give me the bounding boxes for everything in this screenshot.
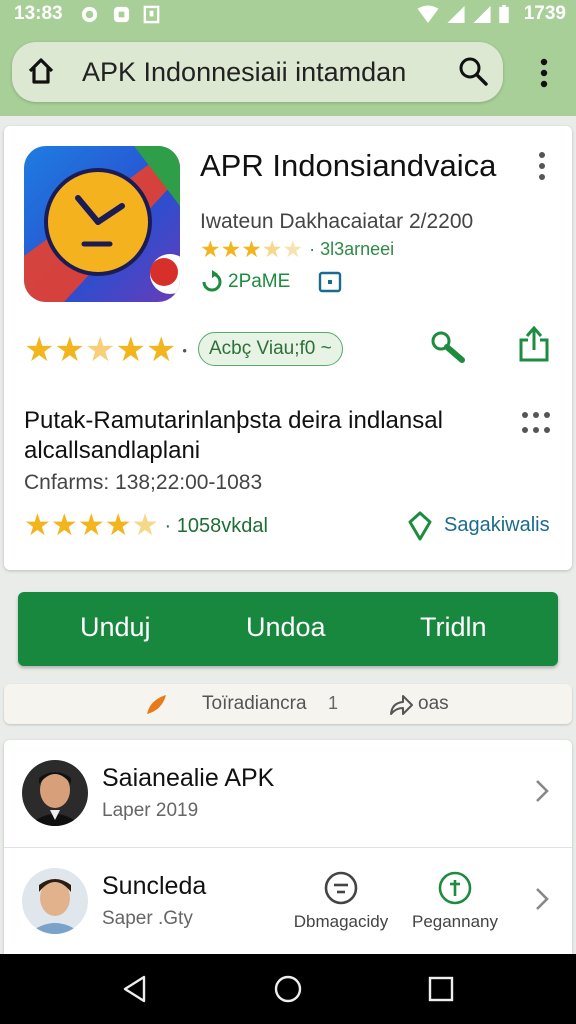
strip-label[interactable]: Toïradiancra <box>202 693 307 715</box>
search-bar[interactable]: APK Indonnesiaii intamdan <box>12 42 503 102</box>
more-vert-icon[interactable] <box>530 56 558 90</box>
star-icon: ★ <box>241 236 262 262</box>
refresh-icon <box>202 270 222 292</box>
signal-icon-2 <box>473 5 491 24</box>
trial-button[interactable]: Tridln <box>420 612 487 643</box>
star-empty-icon: ★ <box>282 236 304 262</box>
list-item[interactable]: Saianealie APK Laper 2019 <box>4 740 572 848</box>
wifi-icon <box>417 5 439 24</box>
search-icon[interactable] <box>458 56 488 86</box>
list-item-subtitle: Laper 2019 <box>102 800 199 821</box>
list-item-title: Suncleda <box>102 872 207 900</box>
list-action-2-label: Pegannany <box>411 912 499 931</box>
home-nav-icon[interactable] <box>273 974 303 1004</box>
list-action-1-label: Dbmagacidy <box>293 912 389 931</box>
download-button[interactable]: Unduj <box>80 612 151 643</box>
share-icon[interactable] <box>518 326 550 362</box>
status-time-right: 1739 <box>523 3 566 24</box>
tablet-icon <box>319 271 342 293</box>
star-icon: ★ <box>77 509 105 542</box>
system-nav-bar <box>0 954 576 1024</box>
star-icon: ★ <box>50 509 78 542</box>
rating-count-bottom: · 1058vkdal <box>164 514 268 537</box>
strip-count: 1 <box>328 693 339 713</box>
add-circle-icon <box>438 871 472 905</box>
action-bar: Unduj Undoa Tridln <box>18 592 558 666</box>
dot-separator: • <box>182 342 187 358</box>
back-icon[interactable] <box>120 974 150 1004</box>
sim-icon <box>143 5 160 24</box>
star-half-icon: ★ <box>84 331 116 369</box>
forward-icon[interactable] <box>388 692 414 718</box>
status-bar: 13:83 1739 <box>0 0 576 30</box>
related-list: Saianealie APK Laper 2019 Suncleda Saper… <box>4 740 572 954</box>
star-icon: ★ <box>200 236 221 262</box>
chevron-right-icon[interactable] <box>534 778 550 804</box>
rating-stars-bottom: ★ ★ ★ ★ ★ · 1058vkdal <box>24 508 268 544</box>
app-icon[interactable] <box>24 146 180 302</box>
search-input[interactable]: APK Indonnesiaii intamdan <box>82 57 406 88</box>
star-icon: ★ <box>24 509 51 542</box>
app-developer: Iwateun Dakhacaiatar 2/2200 <box>200 210 474 233</box>
status-time: 13:83 <box>14 3 63 24</box>
list-item-title: Saianealie APK <box>102 764 275 792</box>
app-card: APR Indonsiandvaica Iwateun Dakhacaiatar… <box>4 126 572 570</box>
app-description: Putak-Ramutarinlanþsta deira indlansal a… <box>24 407 443 464</box>
key-icon[interactable] <box>430 330 466 366</box>
chevron-right-icon[interactable] <box>534 886 550 912</box>
home-icon[interactable] <box>26 56 56 86</box>
signal-icon <box>447 5 465 24</box>
apps-grid-icon[interactable] <box>520 410 552 436</box>
star-icon: ★ <box>145 331 177 369</box>
star-icon: ★ <box>115 331 146 369</box>
badge-row: 2PaME <box>200 268 342 296</box>
age-rating-pill[interactable]: Acbç Viau;f0 ~ <box>198 332 343 366</box>
app-confirms: Cnfarms: 138;22:00-1083 <box>24 471 263 494</box>
battery-icon <box>499 5 509 24</box>
avatar <box>22 868 88 934</box>
rating-stars-large: ★ ★ ★ ★ ★ • <box>24 332 187 368</box>
star-half-icon: ★ <box>261 236 283 262</box>
rating-count-small: · 3l3arneei <box>309 238 395 259</box>
rating-row-small: ★ ★ ★ ★ ★ · 3l3arneei <box>200 236 394 262</box>
star-icon: ★ <box>220 236 242 262</box>
list-item-subtitle: Saper .Gty <box>102 908 193 929</box>
avatar <box>22 760 88 826</box>
sync-icon <box>81 6 98 23</box>
badge-label: 2PaME <box>228 271 291 292</box>
card-more-icon[interactable] <box>532 150 552 182</box>
list-action-1[interactable]: Dbmagacidy <box>286 870 396 932</box>
top-app-area: 13:83 1739 APK Indonnesiaii intamdan <box>0 0 576 116</box>
install-button[interactable]: Undoa <box>246 612 326 643</box>
notification-icon <box>113 6 130 23</box>
star-icon: ★ <box>104 509 132 542</box>
safety-label[interactable]: Sagakiwalis <box>444 514 550 537</box>
info-strip: Toïradiancra 1 oas <box>4 684 572 724</box>
leaf-icon <box>147 695 166 714</box>
shield-icon <box>408 511 432 541</box>
strip-share-label[interactable]: oas <box>418 693 449 715</box>
chat-icon <box>324 871 358 905</box>
list-item[interactable]: Suncleda Saper .Gty Dbmagacidy Pegannany <box>4 848 572 954</box>
list-action-2[interactable]: Pegannany <box>400 870 510 932</box>
star-empty-icon: ★ <box>131 509 159 542</box>
recents-icon[interactable] <box>426 974 456 1004</box>
star-icon: ★ <box>24 331 55 369</box>
star-icon: ★ <box>54 331 85 369</box>
app-title: APR Indonsiandvaica <box>200 148 497 183</box>
